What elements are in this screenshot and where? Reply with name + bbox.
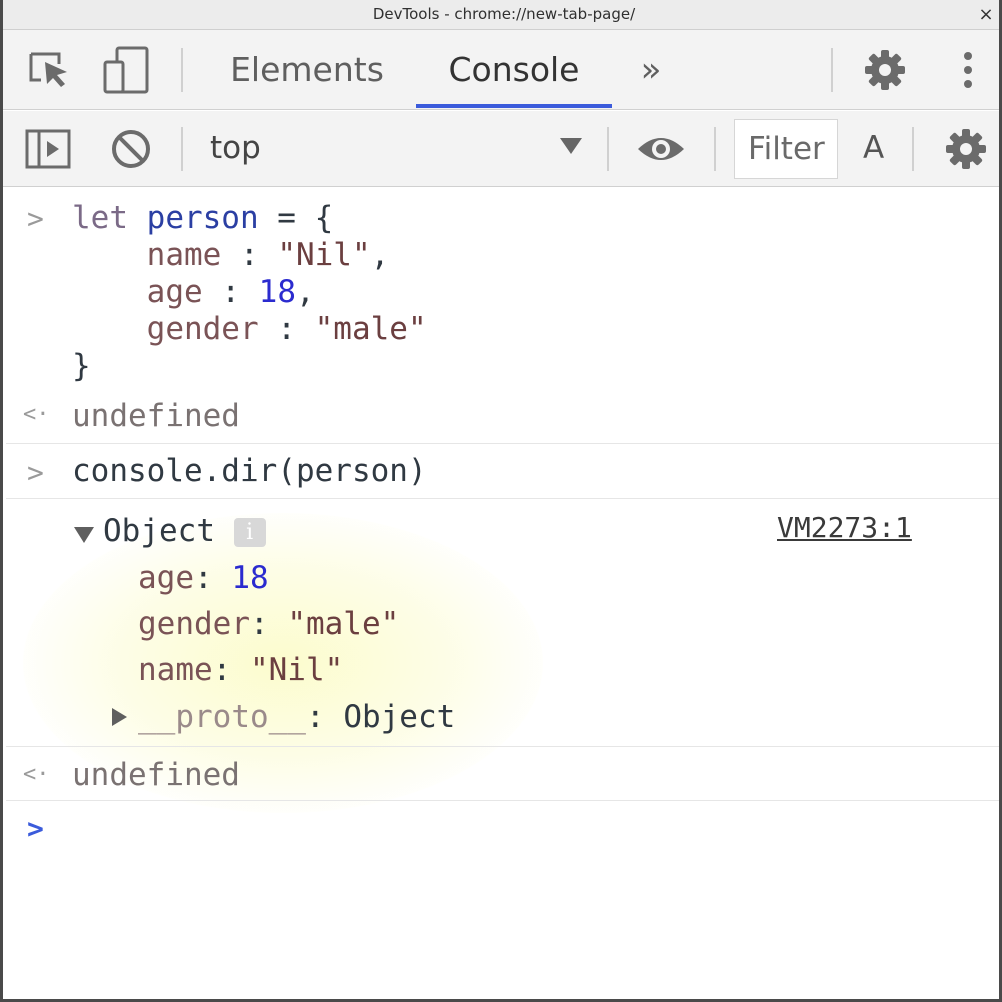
live-expression-eye-icon[interactable]: [636, 133, 686, 165]
tab-console[interactable]: Console: [416, 30, 612, 110]
entry-divider: [6, 443, 999, 444]
toolbar-separator: [831, 48, 833, 92]
code-line: age : 18,: [146, 274, 315, 310]
toolbar-separator: [181, 127, 183, 171]
devtools-window: DevTools - chrome://new-tab-page/ × Elem…: [0, 0, 1002, 1002]
title-bar: DevTools - chrome://new-tab-page/ ×: [3, 0, 999, 30]
object-property: gender: "male": [138, 606, 400, 642]
window-title: DevTools - chrome://new-tab-page/: [372, 5, 636, 23]
clear-console-icon[interactable]: [110, 128, 152, 170]
result-prompt-icon: <·: [23, 762, 50, 787]
toolbar-separator: [607, 127, 609, 171]
entry-divider: [6, 498, 999, 499]
result-value: undefined: [72, 398, 240, 434]
console-input-prompt[interactable]: >: [27, 812, 44, 845]
object-label[interactable]: Object i: [103, 513, 266, 550]
object-property: name: "Nil": [138, 652, 344, 688]
console-settings-gear-icon[interactable]: [944, 127, 988, 171]
source-link[interactable]: VM2273:1: [777, 511, 912, 544]
context-selector[interactable]: top: [210, 111, 261, 187]
code-line: let person = {: [72, 200, 334, 236]
log-levels-dropdown[interactable]: A: [863, 111, 884, 187]
settings-gear-icon[interactable]: [863, 48, 907, 92]
close-window-button[interactable]: ×: [975, 4, 997, 26]
expand-triangle-icon[interactable]: [112, 708, 127, 726]
input-prompt-icon: >: [27, 456, 44, 489]
toolbar-separator: [714, 127, 716, 171]
chevron-down-icon[interactable]: [560, 138, 582, 154]
more-vertical-icon[interactable]: [958, 50, 978, 90]
console-toolbar: top Filter A: [3, 111, 999, 187]
code-line: console.dir(person): [72, 453, 427, 489]
expand-triangle-icon[interactable]: [74, 527, 94, 543]
toolbar-separator: [181, 48, 183, 92]
code-line: gender : "male": [146, 311, 427, 347]
entry-divider: [6, 746, 999, 747]
tab-elements[interactable]: Elements: [225, 30, 389, 110]
entry-divider: [6, 800, 999, 801]
more-tabs-button[interactable]: »: [629, 30, 673, 110]
object-property: age: 18: [138, 560, 269, 596]
console-panel[interactable]: > let person = { name : "Nil", age : 18,…: [3, 188, 999, 999]
proto-property[interactable]: __proto__: Object: [138, 699, 455, 736]
code-line: }: [72, 348, 91, 384]
main-toolbar: Elements Console »: [3, 30, 999, 110]
active-tab-indicator: [416, 104, 612, 108]
inspect-element-icon[interactable]: [27, 50, 71, 90]
show-sidebar-icon[interactable]: [25, 129, 71, 169]
filter-input[interactable]: Filter: [734, 119, 838, 179]
info-icon[interactable]: i: [233, 518, 266, 547]
result-value: undefined: [72, 757, 240, 793]
toolbar-separator: [912, 127, 914, 171]
code-line: name : "Nil",: [146, 237, 390, 273]
input-prompt-icon: >: [27, 202, 44, 235]
result-prompt-icon: <·: [23, 402, 50, 427]
device-toolbar-icon[interactable]: [103, 46, 153, 94]
